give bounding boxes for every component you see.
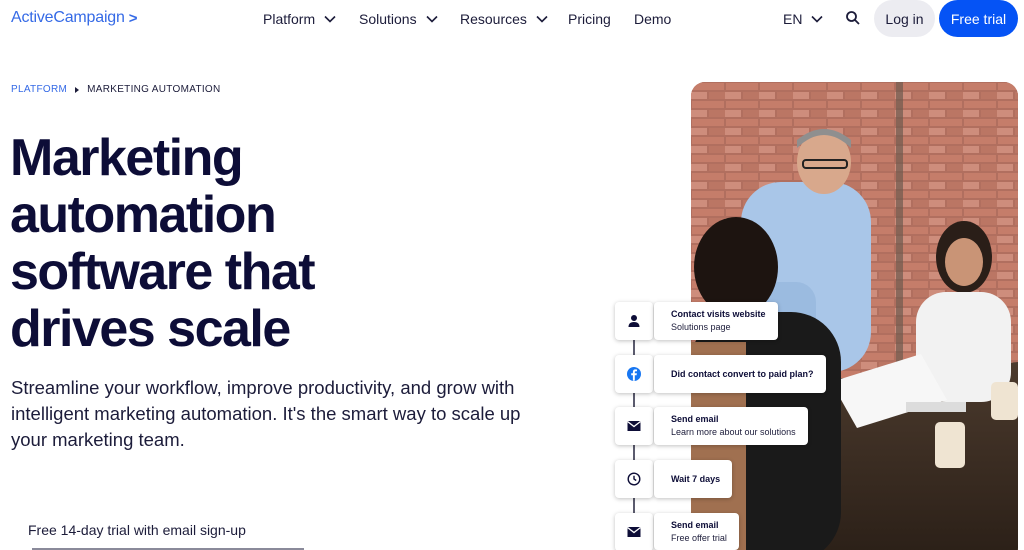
breadcrumb: PLATFORM MARKETING AUTOMATION bbox=[11, 84, 221, 95]
chevron-down-icon bbox=[811, 15, 824, 23]
workflow-card-send-email: Send email Learn more about our solution… bbox=[654, 407, 808, 445]
headline-line: automation bbox=[10, 186, 277, 244]
log-in-button[interactable]: Log in bbox=[874, 0, 935, 37]
user-icon bbox=[628, 315, 640, 327]
workflow-card-subtitle: Learn more about our solutions bbox=[671, 427, 796, 437]
free-trial-button[interactable]: Free trial bbox=[939, 0, 1018, 37]
nav-item-label: Pricing bbox=[568, 11, 611, 27]
workflow-card-title: Did contact convert to paid plan? bbox=[671, 368, 814, 379]
page-title: Marketing automation software that drive… bbox=[10, 130, 490, 358]
mail-icon bbox=[627, 526, 641, 537]
hero-subtext: Streamline your workflow, improve produc… bbox=[11, 377, 521, 450]
logo-text: ActiveCampaign bbox=[11, 9, 125, 26]
language-label: EN bbox=[783, 11, 803, 27]
nav-item-pricing[interactable]: Pricing bbox=[568, 11, 611, 27]
facebook-icon bbox=[627, 367, 641, 381]
nav-item-demo[interactable]: Demo bbox=[634, 11, 671, 27]
trial-note: Free 14-day trial with email sign-up bbox=[28, 522, 246, 538]
workflow-card-title: Send email bbox=[671, 519, 719, 530]
workflow-card-subtitle: Solutions page bbox=[671, 322, 731, 332]
breadcrumb-platform-link[interactable]: PLATFORM bbox=[11, 84, 67, 95]
nav-item-label: Solutions bbox=[359, 11, 417, 27]
mail-icon bbox=[627, 420, 641, 431]
workflow-step-icon bbox=[615, 460, 653, 498]
chevron-down-icon bbox=[324, 15, 336, 23]
workflow-card-title: Contact visits website bbox=[671, 309, 766, 319]
top-nav: ActiveCampaign > Platform Solutions Reso… bbox=[0, 0, 1024, 38]
headline-line: software that bbox=[10, 243, 316, 301]
workflow-card-convert-check: Did contact convert to paid plan? bbox=[654, 355, 826, 393]
logo-chevron-icon: > bbox=[128, 9, 138, 27]
workflow-step-icon bbox=[615, 302, 653, 340]
activecampaign-logo[interactable]: ActiveCampaign > bbox=[11, 9, 137, 27]
breadcrumb-separator-icon bbox=[75, 86, 80, 93]
workflow-step-icon bbox=[615, 407, 653, 445]
workflow-card-wait: Wait 7 days bbox=[654, 460, 733, 498]
workflow-card-title: Send email bbox=[671, 414, 719, 424]
search-icon[interactable] bbox=[845, 10, 861, 26]
workflow-step-icon bbox=[615, 355, 653, 393]
workflow-step-icon bbox=[615, 513, 653, 550]
nav-item-solutions[interactable]: Solutions bbox=[359, 11, 438, 27]
workflow-card-subtitle: Free offer trial bbox=[671, 532, 727, 543]
breadcrumb-current: MARKETING AUTOMATION bbox=[87, 84, 221, 95]
nav-item-label: Resources bbox=[460, 11, 527, 27]
headline-line: Marketing bbox=[10, 129, 244, 187]
nav-item-platform[interactable]: Platform bbox=[263, 11, 336, 27]
workflow-card-send-email-offer: Send email Free offer trial bbox=[654, 513, 739, 550]
chevron-down-icon bbox=[536, 15, 548, 23]
language-selector[interactable]: EN bbox=[783, 11, 824, 27]
workflow-card-title: Wait 7 days bbox=[671, 473, 721, 484]
workflow-card-contact-visits: Contact visits website Solutions page bbox=[654, 302, 778, 340]
nav-item-label: Demo bbox=[634, 11, 672, 27]
headline-line: drives scale bbox=[10, 300, 291, 358]
nav-item-label: Platform bbox=[263, 11, 316, 27]
clock-icon bbox=[627, 472, 641, 486]
nav-item-resources[interactable]: Resources bbox=[460, 11, 548, 27]
chevron-down-icon bbox=[426, 15, 438, 23]
